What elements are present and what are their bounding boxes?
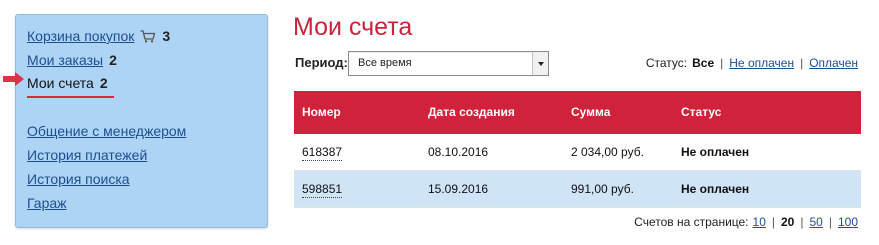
sidebar-item-garage[interactable]: Гараж — [27, 194, 67, 212]
sidebar-item-label[interactable]: Корзина покупок — [27, 28, 134, 44]
sidebar-item-label[interactable]: История платежей — [27, 147, 147, 163]
column-header-status: Статус — [681, 105, 722, 119]
invoices-count: 2 — [99, 75, 108, 91]
invoice-number-link[interactable]: 598851 — [302, 182, 343, 198]
sidebar-item-label[interactable]: Гараж — [27, 195, 67, 211]
sidebar: Корзина покупок 3 Мои заказы 2 Мои счета 2 … — [15, 14, 268, 228]
sidebar-item-label[interactable]: Общение с менеджером — [27, 123, 186, 139]
invoice-number-link[interactable]: 618387 — [302, 145, 343, 161]
orders-count: 2 — [109, 52, 117, 68]
sidebar-item-search-history[interactable]: История поиска — [27, 170, 130, 188]
page-size-50[interactable]: 50 — [809, 215, 822, 229]
cart-icon — [140, 29, 156, 47]
separator: | — [800, 56, 804, 70]
status-filter-unpaid[interactable]: Не оплачен — [729, 56, 794, 70]
table-header: Номер Дата создания Сумма Статус — [294, 91, 861, 134]
sidebar-item-invoices[interactable]: Мои счета 2 — [27, 74, 108, 92]
page-size-20: 20 — [781, 215, 795, 229]
cart-count: 3 — [162, 28, 171, 44]
table-row: 618387 08.10.2016 2 034,00 руб. Не оплач… — [294, 134, 861, 171]
invoice-date: 08.10.2016 — [428, 145, 489, 159]
period-label: Период: — [295, 55, 348, 70]
status-filter: Статус: Все | Не оплачен | Оплачен — [646, 55, 858, 71]
sidebar-item-orders[interactable]: Мои заказы 2 — [27, 51, 117, 69]
invoice-date: 15.09.2016 — [428, 182, 489, 196]
period-selected-value: Все время — [358, 57, 412, 69]
invoice-sum: 991,00 руб. — [571, 182, 634, 196]
separator: | — [771, 215, 775, 229]
page-size-label: Счетов на странице: — [634, 215, 749, 229]
sidebar-item-payment-history[interactable]: История платежей — [27, 146, 147, 164]
chevron-down-icon[interactable] — [532, 52, 548, 75]
sidebar-item-label: Мои счета — [27, 75, 94, 91]
separator: | — [720, 56, 724, 70]
invoices-table: Номер Дата создания Сумма Статус 618387 … — [294, 91, 861, 208]
period-select[interactable]: Все время — [348, 51, 549, 76]
column-header-sum: Сумма — [571, 105, 611, 119]
sidebar-item-label[interactable]: Мои заказы — [27, 52, 103, 68]
status-filter-paid[interactable]: Оплачен — [809, 56, 858, 70]
invoice-status: Не оплачен — [681, 182, 750, 196]
table-row: 598851 15.09.2016 991,00 руб. Не оплачен — [294, 171, 861, 208]
current-item-underline — [27, 96, 114, 98]
invoice-sum: 2 034,00 руб. — [571, 145, 644, 159]
invoice-number-cell: 618387 — [302, 134, 343, 171]
column-header-date: Дата создания — [428, 105, 515, 119]
status-filter-all[interactable]: Все — [692, 56, 714, 70]
sidebar-item-cart[interactable]: Корзина покупок 3 — [27, 27, 170, 47]
arrow-right-icon — [3, 72, 25, 91]
separator: | — [800, 215, 804, 229]
invoice-number-cell: 598851 — [302, 171, 343, 208]
invoice-status: Не оплачен — [681, 145, 750, 159]
page-size-10[interactable]: 10 — [753, 215, 766, 229]
page-title: Мои счета — [293, 13, 413, 41]
status-filter-label: Статус: — [645, 56, 688, 70]
page-size-100[interactable]: 100 — [838, 215, 858, 229]
sidebar-item-manager-chat[interactable]: Общение с менеджером — [27, 122, 186, 140]
sidebar-item-label[interactable]: История поиска — [27, 171, 130, 187]
column-header-number: Номер — [302, 105, 341, 119]
page-size-selector: Счетов на странице: 10 | 20 | 50 | 100 — [634, 214, 858, 230]
separator: | — [828, 215, 832, 229]
